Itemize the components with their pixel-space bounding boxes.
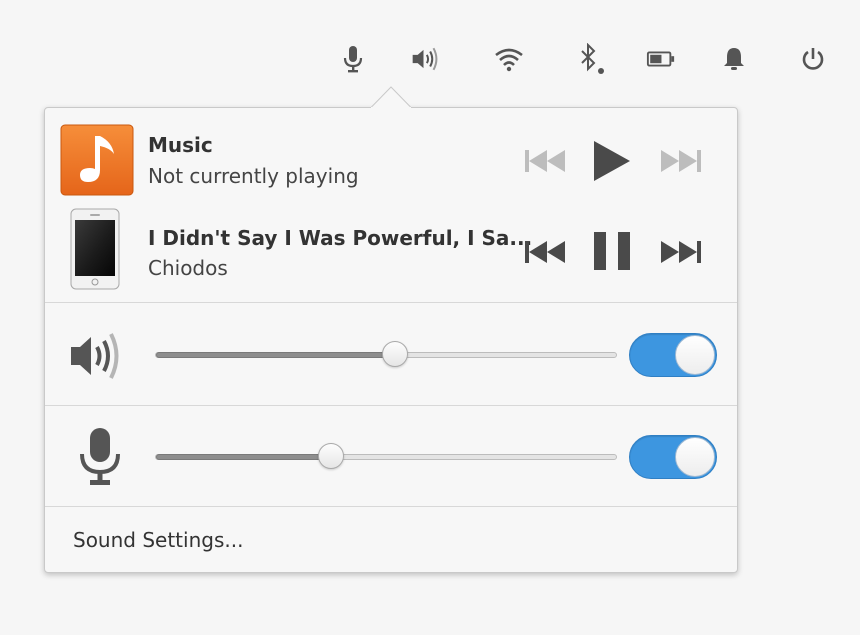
- player-music: Music Not currently playing: [45, 116, 737, 206]
- player-title: Music: [148, 133, 213, 157]
- previous-button[interactable]: [521, 232, 569, 272]
- slider-handle[interactable]: [382, 341, 408, 367]
- separator: [45, 302, 737, 303]
- next-button[interactable]: [657, 232, 705, 272]
- popover-arrow: [371, 86, 411, 108]
- microphone-icon[interactable]: [78, 426, 122, 492]
- previous-button[interactable]: [521, 141, 569, 181]
- pause-icon: [594, 232, 630, 270]
- output-volume-slider[interactable]: [155, 341, 617, 367]
- player-title: I Didn't Say I Was Powerful, I Sa...: [148, 226, 533, 250]
- toggle-knob: [675, 335, 715, 375]
- slider-fill: [156, 454, 331, 460]
- previous-icon: [525, 241, 565, 263]
- phone-icon: [70, 208, 120, 294]
- volume-icon[interactable]: [411, 44, 441, 74]
- wifi-icon[interactable]: [494, 44, 524, 74]
- music-app-icon: [60, 124, 134, 200]
- power-icon[interactable]: [798, 44, 828, 74]
- previous-icon: [525, 150, 565, 172]
- input-volume-slider[interactable]: [155, 443, 617, 469]
- next-icon: [661, 150, 701, 172]
- toggle-knob: [675, 437, 715, 477]
- slider-fill: [156, 352, 395, 358]
- pause-button[interactable]: [590, 228, 634, 274]
- sound-popover: Music Not currently playing I Didn't Say…: [44, 107, 738, 573]
- output-toggle[interactable]: [629, 333, 717, 377]
- play-icon: [594, 141, 630, 181]
- top-panel: [0, 0, 860, 110]
- bluetooth-icon[interactable]: [575, 43, 605, 74]
- player-subtitle: Not currently playing: [148, 164, 359, 188]
- sound-settings-menuitem[interactable]: Sound Settings...: [73, 528, 243, 552]
- play-button[interactable]: [590, 138, 634, 184]
- separator: [45, 506, 737, 507]
- player-phone: I Didn't Say I Was Powerful, I Sa... Chi…: [45, 208, 737, 298]
- speaker-icon[interactable]: [69, 329, 129, 387]
- next-icon: [661, 241, 701, 263]
- microphone-icon[interactable]: [338, 44, 368, 74]
- separator: [45, 405, 737, 406]
- next-button[interactable]: [657, 141, 705, 181]
- notifications-icon[interactable]: [719, 44, 749, 74]
- battery-icon[interactable]: [646, 44, 676, 74]
- slider-handle[interactable]: [318, 443, 344, 469]
- player-subtitle: Chiodos: [148, 256, 228, 280]
- input-toggle[interactable]: [629, 435, 717, 479]
